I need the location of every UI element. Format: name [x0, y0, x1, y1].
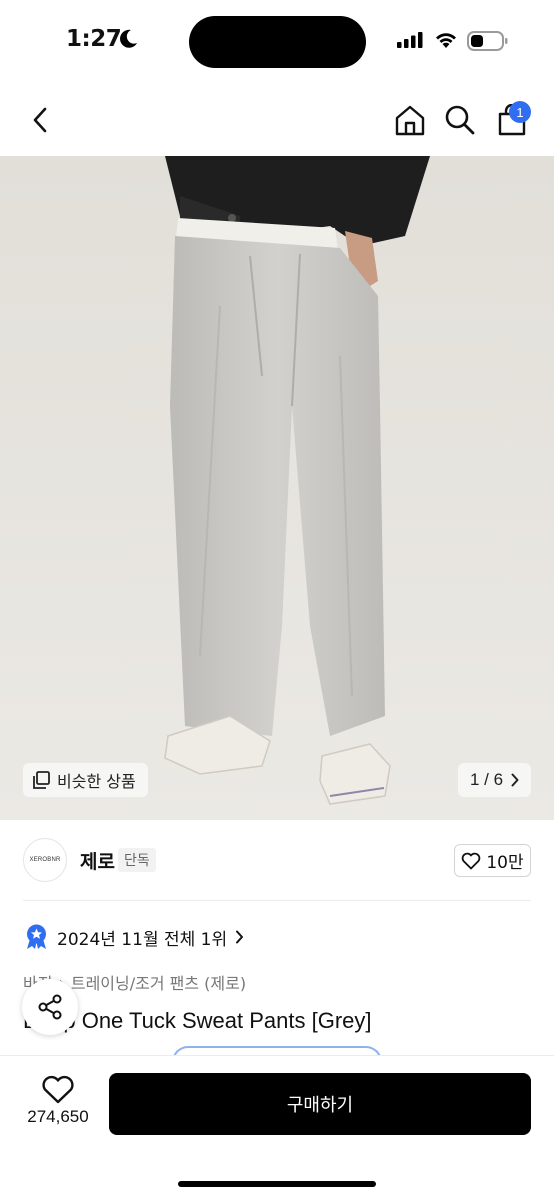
search-icon [445, 105, 475, 135]
wifi-icon [436, 33, 456, 48]
ranking-link[interactable]: 2024년 11월 전체 1위 [24, 924, 244, 950]
share-icon [38, 994, 62, 1020]
product-image[interactable] [0, 156, 554, 820]
chevron-left-icon [33, 107, 47, 133]
brand-logo[interactable]: XEROBNR [23, 838, 67, 882]
ranking-medal-icon [27, 924, 46, 949]
moon-icon [120, 29, 137, 48]
share-button[interactable] [22, 979, 78, 1035]
image-pager[interactable]: 1 / 6 [458, 763, 531, 797]
product-photo [0, 156, 554, 820]
brand-like-count: 10만 [486, 853, 524, 873]
divider [23, 900, 531, 901]
home-icon [395, 105, 425, 136]
dynamic-island [189, 16, 366, 68]
cart-count-badge: 1 [509, 101, 531, 123]
search-button[interactable] [442, 102, 478, 138]
breadcrumb-child[interactable]: 트레이닝/조거 팬츠 (제로) [71, 970, 246, 994]
battery-icon [467, 31, 508, 51]
brand-logo-text: XEROBNR [29, 857, 61, 863]
ranking-label: 2024년 11월 전체 1위 [57, 929, 228, 950]
wishlist-heart-icon[interactable] [41, 1075, 75, 1105]
similar-items-icon [33, 771, 50, 789]
status-bar: 1:27 [0, 0, 554, 84]
image-pager-label: 1 / 6 [469, 770, 504, 789]
wishlist-count: 274,650 [27, 1107, 89, 1126]
brand-name[interactable]: 제로 [80, 847, 115, 874]
chevron-right-icon [511, 773, 519, 787]
cellular-signal-icon [397, 32, 423, 48]
navigation-bar [0, 84, 554, 156]
exclusive-badge: 단독 [118, 848, 156, 872]
chevron-right-icon [236, 930, 244, 944]
status-time: 1:27 [66, 26, 122, 52]
heart-icon [462, 852, 481, 869]
back-button[interactable] [24, 102, 56, 138]
home-button[interactable] [392, 102, 428, 138]
similar-products-label: 비슷한 상품 [57, 772, 136, 791]
similar-products-button[interactable]: 비슷한 상품 [23, 763, 148, 797]
home-indicator [178, 1181, 376, 1187]
buy-button[interactable]: 구매하기 [109, 1073, 531, 1135]
brand-like-button[interactable]: 10만 [454, 844, 531, 877]
